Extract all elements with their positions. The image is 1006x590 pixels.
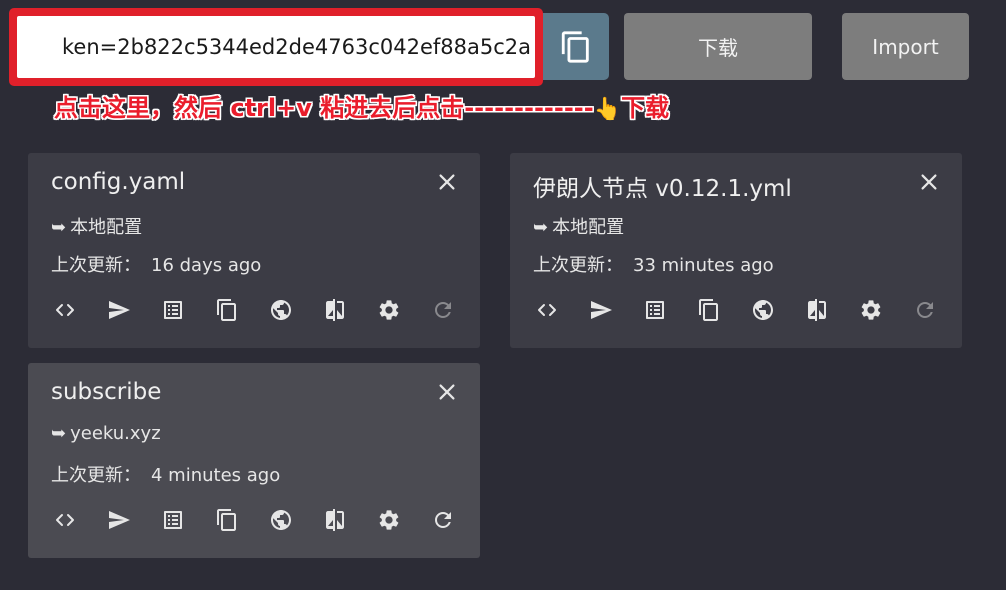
profile-title: 伊朗人节点 v0.12.1.yml (533, 176, 792, 202)
updated-value: 33 minutes ago (633, 255, 774, 276)
url-highlight-box: ken=2b822c5344ed2de4763c042ef88a5c2a (9, 8, 543, 86)
profile-source: ➥ 本地配置 (533, 213, 624, 239)
download-button[interactable]: 下载 (624, 13, 812, 80)
compare-icon[interactable] (803, 296, 831, 324)
updated-value: 16 days ago (151, 255, 262, 276)
url-input-value: ken=2b822c5344ed2de4763c042ef88a5c2a (62, 35, 531, 59)
copy-icon[interactable] (213, 296, 241, 324)
compare-icon[interactable] (321, 506, 349, 534)
arrow-icon: ➥ (51, 423, 67, 444)
profile-source-label: 本地配置 (552, 217, 625, 238)
send-icon[interactable] (105, 296, 133, 324)
code-icon[interactable] (533, 296, 561, 324)
annotation-hint: 点击这里，然后 ctrl+v 粘进去后点击-------------👆下载 (54, 88, 669, 123)
send-icon[interactable] (105, 506, 133, 534)
send-icon[interactable] (587, 296, 615, 324)
toolbar: ken=2b822c5344ed2de4763c042ef88a5c2a 下载 … (0, 0, 1006, 140)
globe-icon[interactable] (749, 296, 777, 324)
code-icon[interactable] (51, 296, 79, 324)
profile-source: ➥ 本地配置 (51, 213, 142, 239)
copy-icon[interactable] (695, 296, 723, 324)
list-icon[interactable] (159, 506, 187, 534)
profile-card[interactable]: config.yaml ➥ 本地配置 上次更新： 16 days ago (28, 153, 480, 348)
arrow-icon: ➥ (533, 217, 549, 238)
list-icon[interactable] (641, 296, 669, 324)
profile-title: subscribe (51, 379, 162, 405)
profile-source-label: yeeku.xyz (70, 423, 161, 444)
profile-card[interactable]: 伊朗人节点 v0.12.1.yml ➥ 本地配置 上次更新： 33 minutes … (510, 153, 962, 348)
close-icon[interactable] (436, 381, 458, 403)
url-input[interactable]: ken=2b822c5344ed2de4763c042ef88a5c2a (17, 16, 535, 78)
profile-source: ➥ yeeku.xyz (51, 423, 161, 444)
pointing-hand-icon: 👆 (593, 97, 622, 122)
refresh-icon (429, 296, 457, 324)
updated-label: 上次更新： (51, 465, 141, 486)
arrow-icon: ➥ (51, 217, 67, 238)
refresh-icon[interactable] (429, 506, 457, 534)
profile-card-active[interactable]: subscribe ➥ yeeku.xyz 上次更新： 4 minutes ago (28, 363, 480, 558)
globe-icon[interactable] (267, 296, 295, 324)
updated-value: 4 minutes ago (151, 465, 281, 486)
profile-source-label: 本地配置 (70, 217, 143, 238)
copy-icon[interactable] (213, 506, 241, 534)
paste-icon (561, 30, 589, 63)
annotation-hint-suffix: 下载 (621, 94, 670, 122)
globe-icon[interactable] (267, 506, 295, 534)
annotation-hint-text: 点击这里，然后 ctrl+v 粘进去后点击------------- (54, 94, 594, 122)
gear-icon[interactable] (857, 296, 885, 324)
profile-updated: 上次更新： 16 days ago (51, 251, 261, 277)
paste-button[interactable] (543, 13, 609, 80)
updated-label: 上次更新： (533, 255, 623, 276)
gear-icon[interactable] (375, 296, 403, 324)
updated-label: 上次更新： (51, 255, 141, 276)
list-icon[interactable] (159, 296, 187, 324)
code-icon[interactable] (51, 506, 79, 534)
refresh-icon (911, 296, 939, 324)
compare-icon[interactable] (321, 296, 349, 324)
profile-title: config.yaml (51, 169, 186, 195)
import-button[interactable]: Import (842, 13, 969, 80)
profile-updated: 上次更新： 4 minutes ago (51, 461, 280, 487)
close-icon[interactable] (918, 171, 940, 193)
gear-icon[interactable] (375, 506, 403, 534)
close-icon[interactable] (436, 171, 458, 193)
profile-updated: 上次更新： 33 minutes ago (533, 251, 774, 277)
